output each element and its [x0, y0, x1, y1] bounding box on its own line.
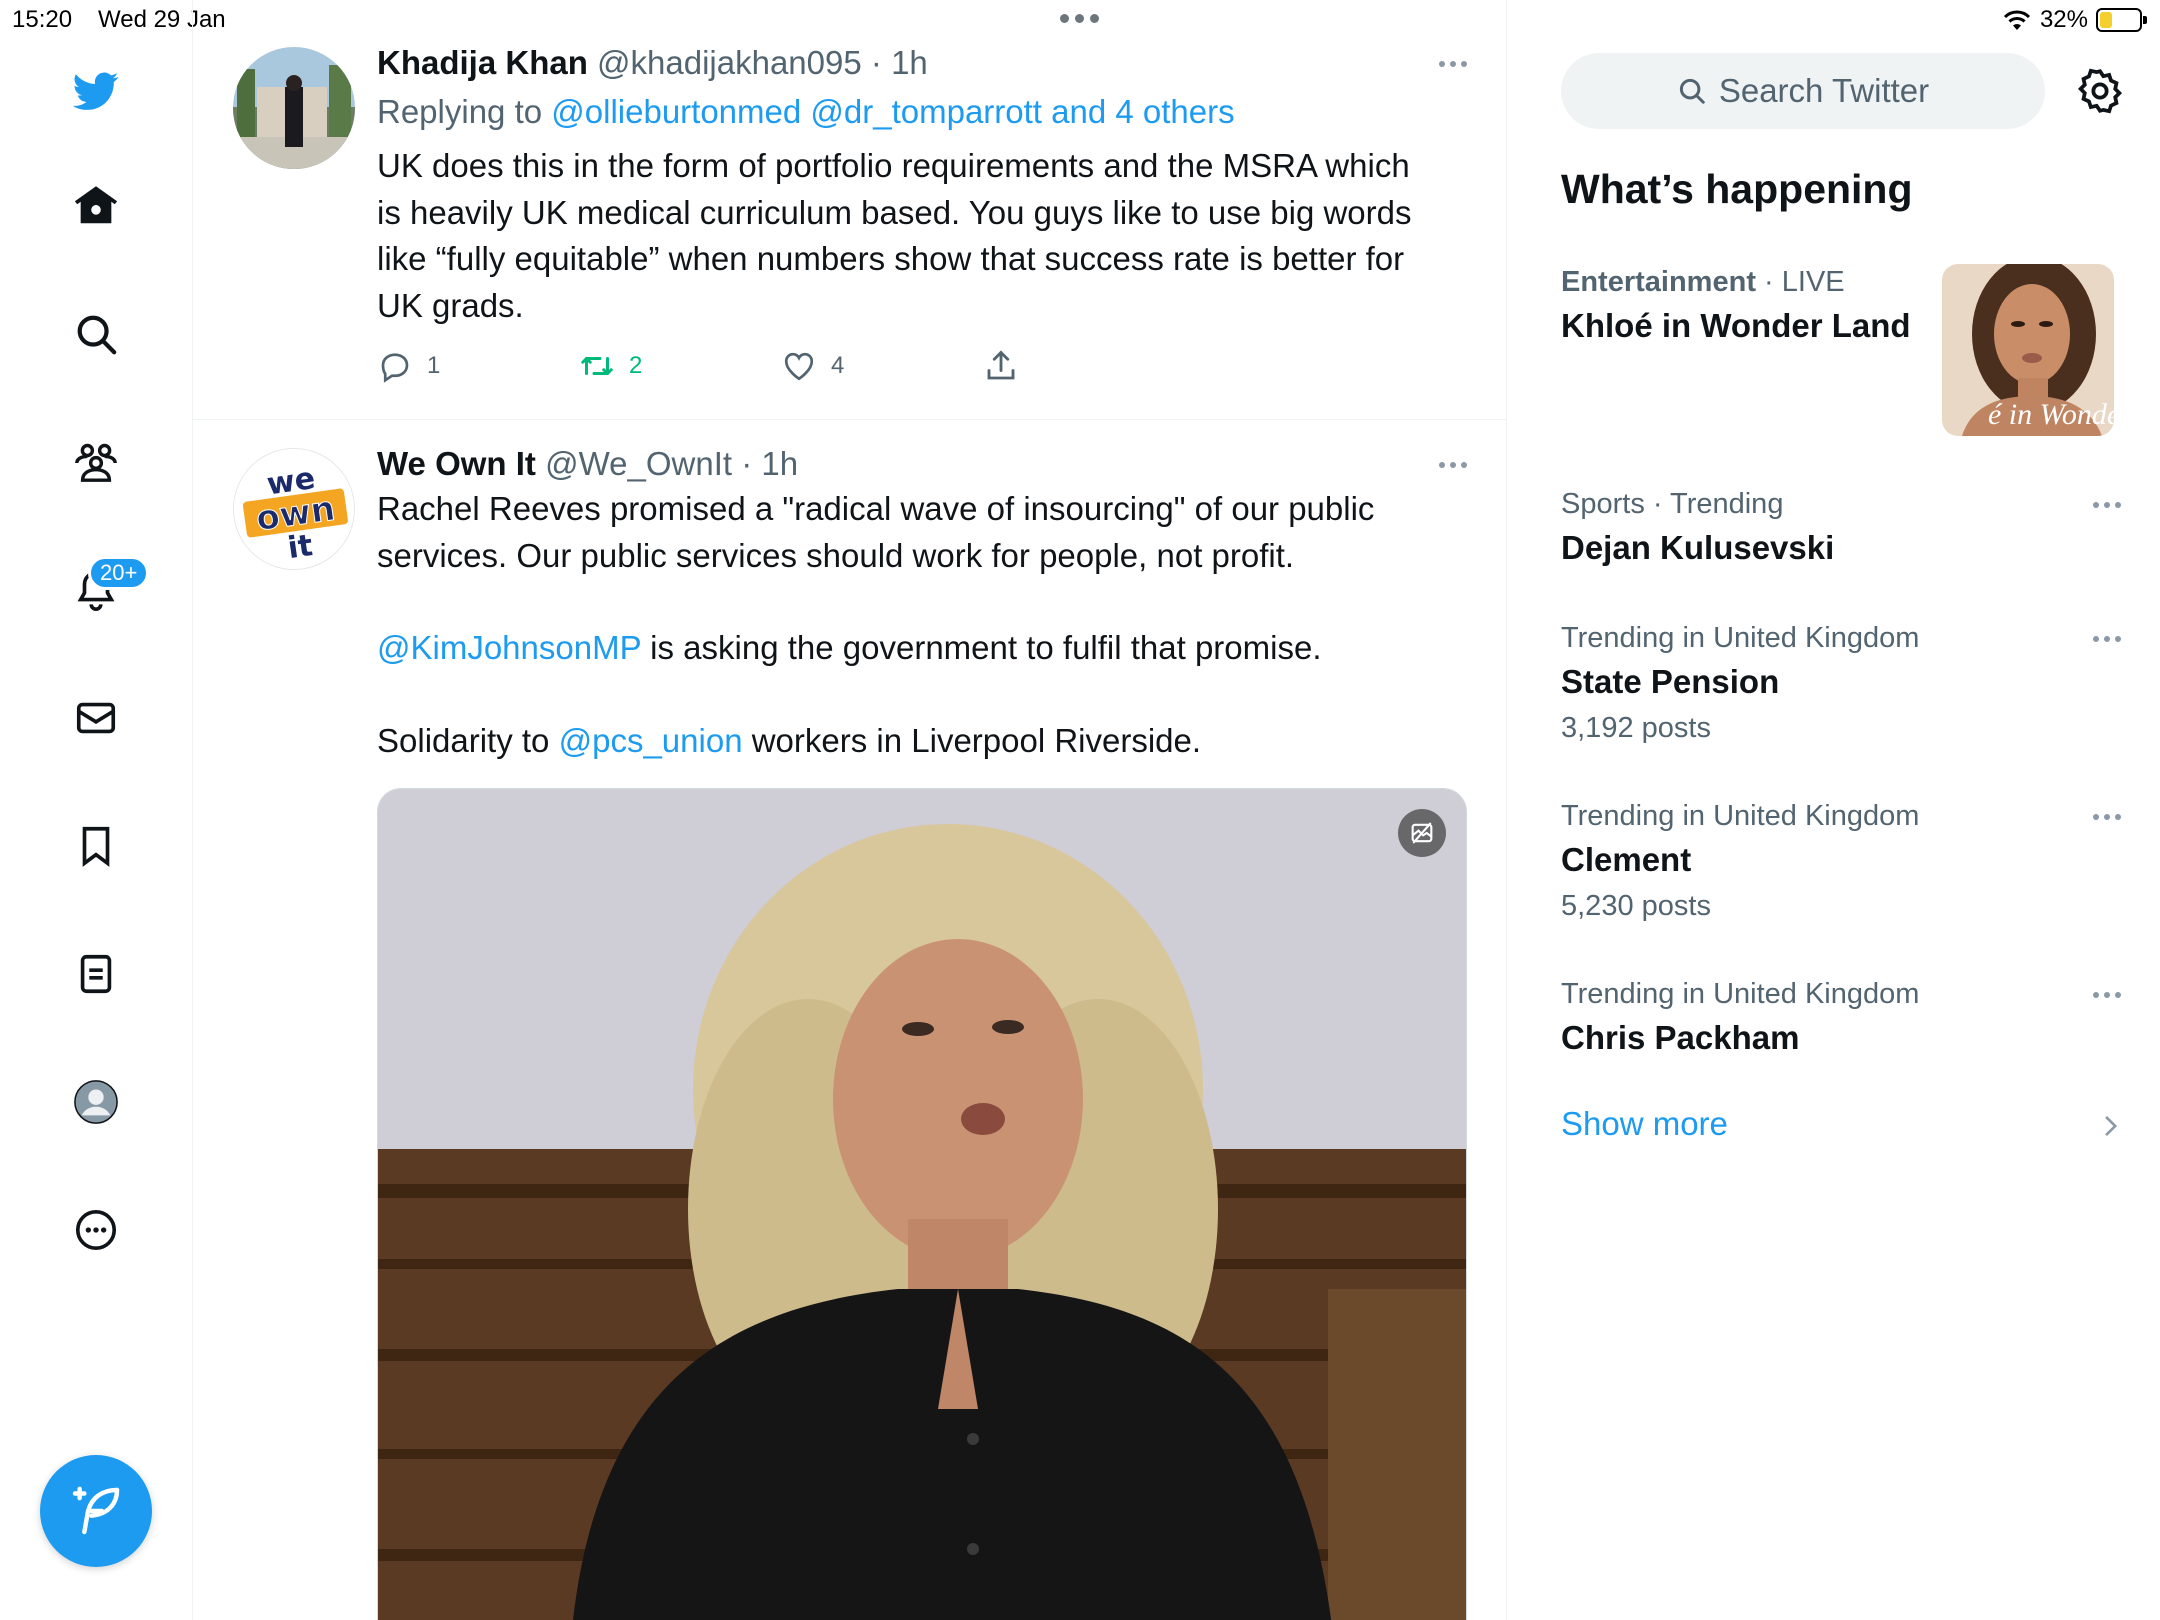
tweet-header: We Own It @We_OwnIt · 1h — [377, 442, 1467, 486]
tweet-more-button[interactable] — [1439, 61, 1467, 67]
tweet-header: Khadija Khan @khadijakhan095 · 1h — [377, 41, 1467, 85]
twitter-ipad-screen: 15:20 Wed 29 Jan 32% 20+ Khadija Khan @k… — [0, 0, 2160, 1620]
replying-others-link[interactable]: and 4 others — [1042, 93, 1234, 130]
paragraph-text: workers in Liverpool Riverside. — [742, 721, 1202, 759]
tweet[interactable]: we own it We Own It @We_OwnIt · 1h Rache… — [193, 420, 1506, 1620]
more-circle-icon[interactable] — [64, 1198, 128, 1262]
retweet-count: 2 — [629, 352, 643, 379]
search-icon — [1679, 78, 1705, 104]
share-button[interactable] — [983, 348, 1019, 384]
tweet-text: UK does this in the form of portfolio re… — [377, 147, 1412, 324]
reply-icon — [381, 353, 409, 383]
like-count: 4 — [831, 352, 845, 379]
notifications-badge: 20+ — [88, 556, 150, 590]
tweet-body: Khadija Khan @khadijakhan095 · 1h Replyi… — [377, 41, 1467, 329]
right-sidebar: Search Twitter What’s happening Entertai… — [1507, 0, 2160, 1620]
trend-more-button[interactable] — [2093, 502, 2121, 508]
author-handle[interactable]: @khadijakhan095 — [597, 44, 862, 81]
video-settings-button[interactable] — [1398, 809, 1446, 857]
chevron-right-icon — [2105, 1115, 2118, 1137]
tweet[interactable]: Khadija Khan @khadijakhan095 · 1h Replyi… — [193, 0, 1506, 420]
tweet-paragraph: @KimJohnsonMP is asking the government t… — [377, 625, 1467, 672]
reply-button[interactable]: 1 — [377, 348, 579, 384]
trend-title: Khloé in Wonder Land — [1561, 307, 1911, 344]
search-placeholder: Search Twitter — [1718, 72, 1930, 109]
avatar-icon[interactable] — [64, 1070, 128, 1134]
author-name[interactable]: Khadija Khan — [377, 44, 588, 81]
heart-icon — [784, 352, 814, 381]
timeline: Khadija Khan @khadijakhan095 · 1h Replyi… — [193, 0, 1507, 1620]
retweet-button[interactable]: 2 — [579, 348, 781, 384]
trend-category: Entertainment — [1561, 266, 1756, 298]
twitter-bird-icon[interactable] — [64, 58, 128, 122]
trend-item[interactable]: Sports · Trending Dejan Kulusevski — [1561, 484, 2121, 572]
trend-title: State Pension — [1561, 663, 1780, 700]
compose-button[interactable] — [40, 1455, 152, 1567]
compose-icon — [72, 1486, 120, 1535]
search-input[interactable]: Search Twitter — [1561, 53, 2045, 129]
trend-title: Clement — [1561, 841, 1692, 878]
list-icon[interactable] — [64, 942, 128, 1006]
tweet-time: · 1h — [741, 445, 799, 482]
trend-context: Trending in United Kingdom — [1561, 622, 1920, 654]
tweet-more-button[interactable] — [1439, 462, 1467, 468]
video-frame — [378, 789, 1466, 1620]
tweet-paragraph: Rachel Reeves promised a "radical wave o… — [377, 490, 1375, 574]
trend-title: Chris Packham — [1561, 1019, 1800, 1056]
avatar[interactable]: we own it — [233, 448, 355, 570]
whats-happening-title: What’s happening — [1561, 166, 1913, 212]
paragraph-text: Solidarity to — [377, 721, 559, 759]
svg-text:it: it — [286, 528, 315, 566]
retweet-icon — [581, 357, 613, 375]
show-more-label: Show more — [1561, 1105, 1728, 1142]
author-name[interactable]: We Own It — [377, 445, 536, 482]
trend-more-button[interactable] — [2093, 636, 2121, 642]
trend-context: Trending in United Kingdom — [1561, 800, 1920, 832]
search-icon[interactable] — [64, 302, 128, 366]
thumbnail-caption: é in Wonder L — [1988, 398, 2114, 431]
reply-count: 1 — [427, 352, 441, 379]
trend-thumbnail[interactable]: é in Wonder L — [1942, 264, 2114, 436]
like-button[interactable]: 4 — [781, 348, 983, 384]
home-icon[interactable] — [64, 174, 128, 238]
replying-prefix: Replying to — [377, 93, 552, 130]
paragraph-text: is asking the government to fulfil that … — [641, 629, 1322, 666]
envelope-icon[interactable] — [64, 686, 128, 750]
trend-status: · LIVE — [1755, 266, 1845, 298]
author-handle[interactable]: @We_OwnIt — [545, 445, 732, 482]
trend-context: Trending in United Kingdom — [1561, 978, 1920, 1010]
mention-link[interactable]: @KimJohnsonMP — [377, 629, 641, 666]
replying-to: Replying to @ollieburtonmed @dr_tomparro… — [377, 89, 1467, 135]
tweet-time: · 1h — [870, 44, 928, 81]
gear-icon[interactable] — [2075, 66, 2125, 116]
trend-item[interactable]: Trending in United Kingdom Clement 5,230… — [1561, 796, 2121, 928]
replying-users-link[interactable]: @ollieburtonmed @dr_tomparrott — [551, 93, 1042, 130]
trend-item[interactable]: Trending in United Kingdom State Pension… — [1561, 618, 2121, 750]
tweet-body: We Own It @We_OwnIt · 1h Rachel Reeves p… — [377, 442, 1467, 764]
mention-link[interactable]: @pcs_union — [559, 722, 743, 759]
tweet-paragraph: Solidarity to @pcs_union workers in Live… — [377, 718, 1467, 765]
left-navigation: 20+ — [0, 0, 193, 1620]
sensitive-media-icon — [1411, 822, 1433, 844]
trend-count: 5,230 posts — [1561, 890, 1711, 922]
trend-more-button[interactable] — [2093, 992, 2121, 998]
tweet-video[interactable] — [377, 788, 1467, 1620]
trend-item[interactable]: Trending in United Kingdom Chris Packham — [1561, 974, 2121, 1062]
trend-more-button[interactable] — [2093, 814, 2121, 820]
tweet-actions: 1 2 4 — [377, 348, 1019, 384]
communities-icon[interactable] — [64, 430, 128, 494]
share-icon — [987, 350, 1015, 380]
trend-count: 3,192 posts — [1561, 712, 1711, 744]
bookmark-icon[interactable] — [64, 814, 128, 878]
trend-context: Sports · Trending — [1561, 488, 1784, 520]
trend-title: Dejan Kulusevski — [1561, 529, 1835, 566]
avatar[interactable] — [233, 47, 355, 169]
show-more-link[interactable]: Show more — [1561, 1105, 2121, 1143]
